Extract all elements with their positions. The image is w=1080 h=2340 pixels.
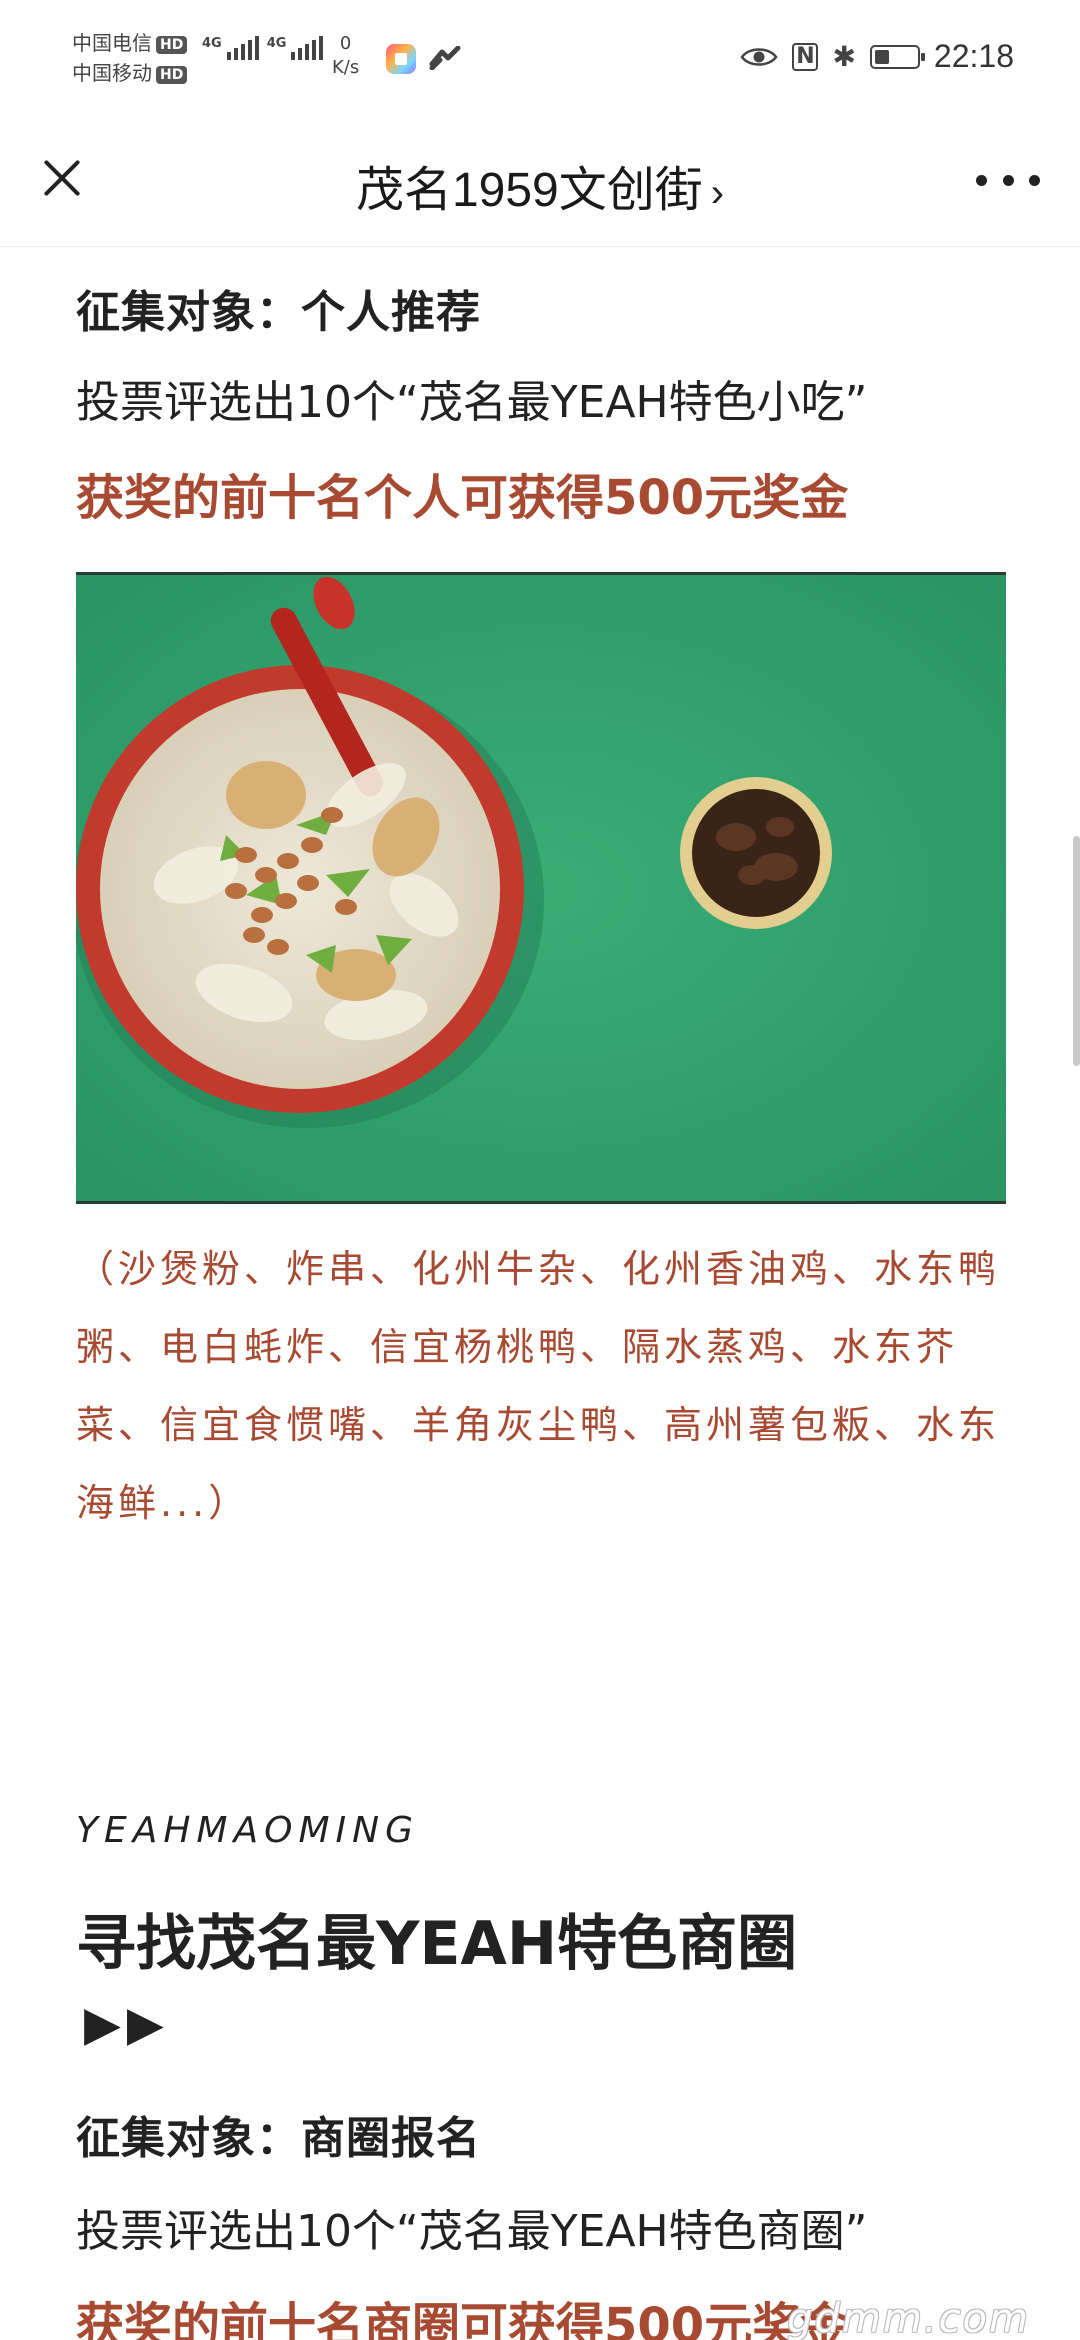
more-options-button[interactable] (976, 160, 1040, 200)
page-title[interactable]: 茂名1959文创街 › (0, 150, 1080, 220)
section2-title: 寻找茂名最YEAH特色商圈 (76, 1909, 798, 1979)
section2-vote: 投票评选出10个“茂名最YEAH特色商圈” (76, 2206, 868, 2257)
page-title-text: 茂名1959文创街 (355, 164, 703, 217)
network-label: 4G (266, 36, 287, 51)
watermark: gdmm.com (787, 2296, 1030, 2340)
net-speed: 0 K/s (332, 32, 359, 80)
chevron-right-icon: › (710, 171, 725, 215)
double-arrow-icon: ▶▶ (84, 1996, 170, 2052)
clock: 22:18 (933, 38, 1014, 74)
section1-prize: 获奖的前十名个人可获得500元奖金 (76, 470, 849, 526)
app-notification-icon (429, 46, 461, 70)
snack-list: （沙煲粉、炸串、化州牛杂、化州香油鸡、水东鸭粥、电白蚝炸、信宜杨桃鸭、隔水蒸鸡、… (76, 1247, 1001, 1525)
network-label: 4G (202, 36, 222, 51)
signal-icon: 4G (202, 36, 259, 60)
scrollbar-thumb[interactable] (1073, 836, 1080, 1066)
food-photo (76, 572, 1006, 1204)
carrier-1: 中国电信 (72, 31, 152, 55)
page: 中国电信 HD 中国移动 HD 4G 4G 0 K/s N ✱ 22:18 茂名… (0, 0, 1080, 2340)
section2-eng-tag: YEAHMAOMING (76, 1810, 419, 1851)
app-notification-icon (386, 44, 416, 74)
net-speed-unit: K/s (332, 57, 360, 78)
section1-target: 征集对象：个人推荐 (76, 287, 481, 338)
status-bar: 中国电信 HD 中国移动 HD 4G 4G 0 K/s N ✱ 22:18 (0, 0, 1080, 120)
battery-icon (869, 44, 925, 69)
title-bar: 茂名1959文创街 › (0, 120, 1080, 247)
section1-vote: 投票评选出10个“茂名最YEAH特色小吃” (76, 377, 868, 428)
signal-icon: 4G (267, 36, 324, 60)
section2-target: 征集对象：商圈报名 (76, 2113, 481, 2164)
status-right: N ✱ 22:18 (740, 38, 1014, 75)
carrier-info: 中国电信 HD 中国移动 HD (72, 28, 188, 88)
carrier-2: 中国移动 (72, 61, 152, 85)
hd-badge: HD (156, 65, 188, 84)
noodle-bowl-image (76, 575, 1006, 1201)
net-speed-value: 0 (339, 33, 352, 54)
hd-badge: HD (156, 35, 188, 54)
eye-icon (740, 47, 778, 66)
section2-prize: 获奖的前十名商圈可获得500元奖金 (76, 2298, 849, 2340)
nfc-icon: N (792, 42, 819, 71)
signal-icons: 4G 4G (202, 36, 324, 60)
bluetooth-icon: ✱ (832, 39, 856, 73)
